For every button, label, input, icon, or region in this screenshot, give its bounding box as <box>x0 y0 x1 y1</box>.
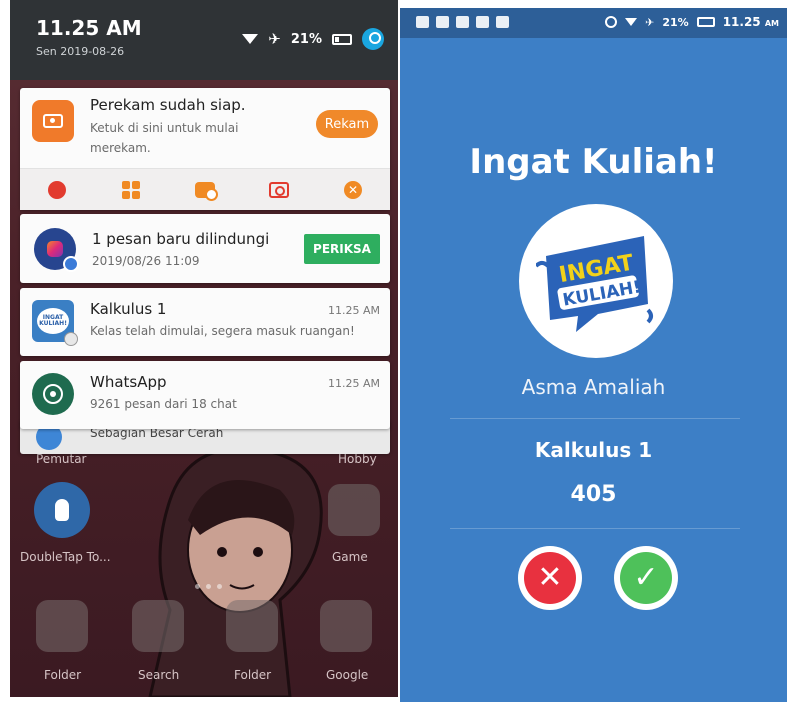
close-icon: ✕ <box>524 552 576 604</box>
alarm-icon <box>605 16 618 28</box>
clock: 11.25 AM <box>36 16 142 40</box>
protected-message-notification[interactable]: 1 pesan baru dilindungi 2019/08/26 11:09… <box>20 214 390 283</box>
grid-menu-icon[interactable] <box>120 179 142 201</box>
wifi-icon <box>625 18 638 26</box>
dock-google[interactable] <box>320 600 372 652</box>
whatsapp-title: WhatsApp <box>90 373 167 391</box>
clock-ampm: AM <box>764 19 779 28</box>
recorder-notification[interactable]: Perekam sudah siap. Ketuk di sini untuk … <box>20 88 390 210</box>
system-icons: ✈ 21% <box>242 28 384 50</box>
battery-percent: 21% <box>290 31 322 47</box>
system-status: ✈ 21% 11.25 AM <box>605 15 779 29</box>
home-label-hobby: Hobby <box>338 452 377 466</box>
recorder-toolbar: ✕ <box>20 168 390 210</box>
rekam-button[interactable]: Rekam <box>316 110 378 138</box>
camera-icon[interactable] <box>268 179 290 201</box>
home-label-pemutar: Pemutar <box>36 452 87 466</box>
periksa-button[interactable]: PERIKSA <box>304 234 380 264</box>
instagram-shield-icon <box>34 228 79 272</box>
user-name: Asma Amaliah <box>521 375 666 399</box>
kalkulus-notification[interactable]: INGAT KULIAH! Kalkulus 1 11.25 AM Kelas … <box>20 288 390 356</box>
ingat-kuliah-screen: ✈ 21% 11.25 AM Ingat Kuliah! INGAT KULIA… <box>400 8 787 702</box>
dock-folder-2[interactable] <box>226 600 278 652</box>
page-title: Ingat Kuliah! <box>469 142 718 182</box>
divider-bottom <box>450 528 740 529</box>
divider-top <box>450 418 740 419</box>
close-icon[interactable]: ✕ <box>342 179 364 201</box>
whatsapp-body: 9261 pesan dari 18 chat <box>90 397 237 411</box>
home-label-doubletap: DoubleTap To... <box>20 550 111 564</box>
kalkulus-title: Kalkulus 1 <box>90 300 167 318</box>
clock-time: 11.25 <box>722 15 761 29</box>
whatsapp-notif-icon <box>476 16 489 28</box>
course-code: 405 <box>570 482 617 507</box>
kalkulus-body: Kelas telah dimulai, segera masuk ruanga… <box>90 324 355 338</box>
toolbox-icon[interactable] <box>194 179 218 201</box>
wallpaper-illustration <box>148 447 323 697</box>
record-dot-icon[interactable] <box>46 179 68 201</box>
kalkulus-time: 11.25 AM <box>327 304 380 317</box>
accept-button[interactable]: ✓ <box>614 546 678 610</box>
airplane-icon: ✈ <box>645 15 655 29</box>
course-name: Kalkulus 1 <box>534 438 653 462</box>
recorder-body: Ketuk di sini untuk mulai merekam. <box>90 121 239 155</box>
page-indicator <box>195 584 222 589</box>
protected-message-title: 1 pesan baru dilindungi <box>92 230 270 248</box>
message-notif-icon <box>436 16 449 28</box>
date: Sen 2019-08-26 <box>36 45 125 58</box>
whatsapp-time: 11.25 AM <box>327 377 380 390</box>
whatsapp-icon <box>32 373 74 415</box>
dock-label-folder-2: Folder <box>234 668 272 682</box>
home-label-game: Game <box>332 550 368 564</box>
doubletap-app-icon[interactable] <box>34 482 90 538</box>
screenshot-root: Pemutar Hobby DoubleTap To... Game Folde… <box>0 0 787 702</box>
clock: 11.25 AM <box>723 15 779 29</box>
airplane-icon: ✈ <box>268 30 281 48</box>
dock-folder-1[interactable] <box>36 600 88 652</box>
check-icon: ✓ <box>620 552 672 604</box>
user-account-icon[interactable] <box>362 28 384 50</box>
dock-search[interactable] <box>132 600 184 652</box>
battery-icon <box>696 17 715 27</box>
app-notif-icon <box>456 16 469 28</box>
wifi-icon <box>242 34 259 44</box>
notification-shade-screen: Pemutar Hobby DoubleTap To... Game Folde… <box>10 0 398 697</box>
speech-bubble-logo: INGAT KULIAH! <box>536 236 653 332</box>
ingat-kuliah-logo: INGAT KULIAH! <box>519 204 673 358</box>
screen-recorder-icon <box>32 100 74 142</box>
status-bar: ✈ 21% 11.25 AM <box>400 8 787 38</box>
dock-label-google: Google <box>326 668 369 682</box>
game-folder-icon[interactable] <box>328 484 380 536</box>
battery-percent: 21% <box>662 15 689 29</box>
ingat-kuliah-mini-logo: INGAT KULIAH! <box>37 308 69 334</box>
ingat-kuliah-app-icon: INGAT KULIAH! <box>32 300 78 346</box>
recorder-title: Perekam sudah siap. <box>90 96 246 114</box>
cast-notif-icon <box>496 16 509 28</box>
reject-button[interactable]: ✕ <box>518 546 582 610</box>
protected-message-timestamp: 2019/08/26 11:09 <box>92 254 200 268</box>
app-badge-icon <box>64 332 78 346</box>
whatsapp-notification[interactable]: WhatsApp 11.25 AM 9261 pesan dari 18 cha… <box>20 361 390 429</box>
notification-icons <box>416 16 509 28</box>
dock-label-folder-1: Folder <box>44 668 82 682</box>
shade-header: 11.25 AM Sen 2019-08-26 ✈ 21% <box>10 0 398 80</box>
battery-icon <box>332 33 352 45</box>
dock-label-search: Search <box>138 668 180 682</box>
camera-notif-icon <box>416 16 429 28</box>
